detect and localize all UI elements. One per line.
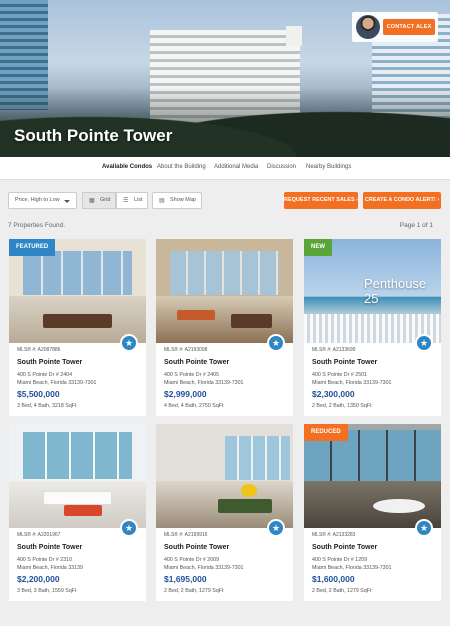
listing-address-line2: Miami Beach, Florida 33139-7301 <box>17 380 97 386</box>
penthouse-overlay-text: Penthouse 25 <box>364 276 427 306</box>
show-map-label: Show Map <box>170 197 196 203</box>
listing-name[interactable]: South Pointe Tower <box>164 544 229 551</box>
favorite-star-icon[interactable]: ★ <box>267 334 285 352</box>
photo-sofa <box>217 498 273 514</box>
reduced-badge: REDUCED <box>304 424 348 441</box>
contact-agent-box: CONTACT ALEX <box>352 12 438 42</box>
listing-price: $2,999,000 <box>164 389 207 399</box>
create-condo-alert-button[interactable]: CREATE A CONDO ALERT! › <box>363 192 441 209</box>
listing-photo[interactable] <box>156 239 293 343</box>
listing-specs: 2 Bed, 2 Bath, 1350 SqFt <box>312 403 372 409</box>
listing-card[interactable]: REDUCED ★ MLS® #: A2133283 South Pointe … <box>304 424 441 601</box>
listing-address-line1: 400 S Pointe Dr # 2404 <box>17 372 73 378</box>
photo-flowers <box>240 484 258 497</box>
tab-nearby-buildings[interactable]: Nearby Buildings <box>306 164 351 170</box>
create-condo-alert-label: CREATE A CONDO ALERT! <box>364 197 436 203</box>
tab-discussion[interactable]: Discussion <box>267 164 296 170</box>
listing-address-line1: 400 S Pointe Dr # 2501 <box>312 372 368 378</box>
listing-specs: 3 Bed, 4 Bath, 3218 SqFt <box>17 403 77 409</box>
photo-window <box>22 432 133 480</box>
mls-number: MLS® #: A2133283 <box>312 532 356 538</box>
hero-building-top <box>286 26 302 46</box>
listing-price: $1,600,000 <box>312 574 355 584</box>
favorite-star-icon[interactable]: ★ <box>120 519 138 537</box>
listing-address-line2: Miami Beach, Florida 33139-7301 <box>312 380 392 386</box>
list-icon: ☰ <box>123 198 129 204</box>
sort-select[interactable]: Price, High to Low <box>8 192 77 209</box>
listing-name[interactable]: South Pointe Tower <box>17 544 82 551</box>
favorite-star-icon[interactable]: ★ <box>415 334 433 352</box>
listing-card[interactable]: FEATURED ★ MLS® #: A2087886 South Pointe… <box>9 239 146 416</box>
listing-name[interactable]: South Pointe Tower <box>164 359 229 366</box>
listing-address-line1: 400 S Pointe Dr # 1209 <box>312 557 368 563</box>
pagination-info: Page 1 of 1 <box>399 222 433 229</box>
mls-number: MLS® #: A2133699 <box>312 347 356 353</box>
featured-badge: FEATURED <box>9 239 56 256</box>
listing-name[interactable]: South Pointe Tower <box>312 359 377 366</box>
chevron-down-icon <box>64 200 70 203</box>
tab-about-building[interactable]: About the Building <box>157 164 206 170</box>
mls-number: MLS® #: A2087886 <box>17 347 61 353</box>
listing-specs: 3 Bed, 3 Bath, 1559 SqFt <box>17 588 77 594</box>
mls-number: MLS® #: A2199916 <box>164 532 208 538</box>
photo-window <box>224 436 291 481</box>
listing-address-line1: 400 S Pointe Dr # 2310 <box>17 557 73 563</box>
request-recent-sales-label: REQUEST RECENT SALES <box>284 197 355 203</box>
grid-view-button[interactable]: ▦ Grid <box>82 192 116 209</box>
photo-bench <box>63 505 103 516</box>
photo-sofa <box>176 309 215 321</box>
photo-furniture <box>43 313 112 329</box>
contact-agent-button[interactable]: CONTACT ALEX <box>383 19 435 35</box>
listing-price: $1,695,000 <box>164 574 207 584</box>
photo-window <box>169 251 280 296</box>
hero-banner: South Pointe Tower CONTACT ALEX <box>0 0 450 157</box>
listing-address-line1: 400 S Pointe Dr # 2405 <box>164 372 220 378</box>
listing-address-line2: Miami Beach, Florida 33139 <box>17 565 83 571</box>
hero-palms <box>0 87 450 157</box>
listing-address-line2: Miami Beach, Florida 33139-7301 <box>164 565 244 571</box>
listing-card[interactable]: ★ MLS® #: A2193098 South Pointe Tower 40… <box>156 239 293 416</box>
listing-address-line2: Miami Beach, Florida 33139-7301 <box>312 565 392 571</box>
listing-toolbar: Price, High to Low ▦ Grid ☰ List ▤ Show … <box>0 192 450 210</box>
photo-furniture <box>231 313 273 329</box>
agent-avatar <box>356 15 380 39</box>
new-badge: NEW <box>304 239 332 256</box>
tab-available-condos[interactable]: Available Condos <box>102 164 152 170</box>
favorite-star-icon[interactable]: ★ <box>415 519 433 537</box>
listing-photo[interactable] <box>9 424 146 528</box>
listing-specs: 2 Bed, 2 Bath, 1279 SqFt <box>164 588 224 594</box>
listing-price: $2,300,000 <box>312 389 355 399</box>
listing-specs: 2 Bed, 2 Bath, 1279 SqFt <box>312 588 372 594</box>
mls-number: MLS® #: A2201967 <box>17 532 61 538</box>
photo-window <box>22 251 133 296</box>
photo-sofa <box>43 490 112 506</box>
building-tabs: Available Condos About the Building Addi… <box>0 157 450 180</box>
listing-name[interactable]: South Pointe Tower <box>312 544 377 551</box>
grid-view-label: Grid <box>100 197 111 203</box>
grid-icon: ▦ <box>89 198 95 204</box>
listing-address-line1: 400 S Pointe Dr # 2009 <box>164 557 220 563</box>
request-recent-sales-button[interactable]: REQUEST RECENT SALES › <box>284 192 358 209</box>
list-view-label: List <box>134 197 143 203</box>
favorite-star-icon[interactable]: ★ <box>267 519 285 537</box>
tab-additional-media[interactable]: Additional Media <box>214 164 258 170</box>
listing-name[interactable]: South Pointe Tower <box>17 359 82 366</box>
listing-price: $2,200,000 <box>17 574 60 584</box>
page-title: South Pointe Tower <box>14 126 173 145</box>
listing-card[interactable]: Penthouse 25 NEW ★ MLS® #: A2133699 Sout… <box>304 239 441 416</box>
listing-photo[interactable] <box>156 424 293 528</box>
listing-card[interactable]: ★ MLS® #: A2199916 South Pointe Tower 40… <box>156 424 293 601</box>
listing-specs: 4 Bed, 4 Bath, 2750 SqFt <box>164 403 224 409</box>
listing-price: $5,500,000 <box>17 389 60 399</box>
list-view-button[interactable]: ☰ List <box>116 192 148 209</box>
sort-select-value: Price, High to Low <box>15 197 60 203</box>
map-icon: ▤ <box>159 198 165 204</box>
show-map-button[interactable]: ▤ Show Map <box>152 192 202 209</box>
favorite-star-icon[interactable]: ★ <box>120 334 138 352</box>
listing-card[interactable]: ★ MLS® #: A2201967 South Pointe Tower 40… <box>9 424 146 601</box>
listing-address-line2: Miami Beach, Florida 33139-7301 <box>164 380 244 386</box>
mls-number: MLS® #: A2193098 <box>164 347 208 353</box>
results-count: 7 Properties Found. <box>8 222 66 229</box>
